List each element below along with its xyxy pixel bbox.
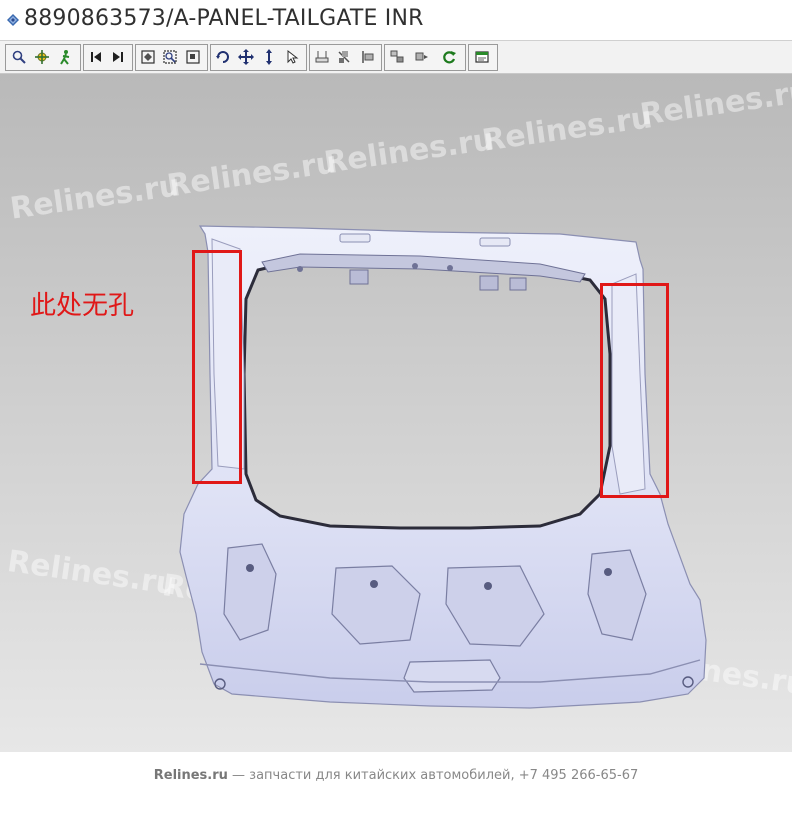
footer: Relines.ru — запчасти для китайских авто… — [0, 752, 792, 818]
move-icon[interactable] — [236, 47, 256, 67]
part-tree-icon[interactable] — [387, 47, 407, 67]
walk-icon[interactable] — [55, 47, 75, 67]
toolbar-group-playback — [83, 44, 133, 71]
part-icon — [7, 14, 19, 26]
zoom-icon[interactable] — [9, 47, 29, 67]
annotation-label: 此处无孔 — [30, 291, 135, 321]
rotate-icon[interactable] — [213, 47, 233, 67]
vertical-arrows-icon[interactable] — [259, 47, 279, 67]
footer-text: Relines.ru — запчасти для китайских авто… — [0, 768, 792, 783]
zoom-window-icon[interactable] — [160, 47, 180, 67]
toolbar-group-view — [210, 44, 307, 71]
footer-brand[interactable]: Relines.ru — [154, 768, 228, 783]
toolbar-group-display — [468, 44, 498, 71]
toolbar-group-parts — [384, 44, 466, 71]
model-viewport[interactable]: Relines.ru Relines.ru Relines.ru Relines… — [0, 74, 792, 752]
pan-target-icon[interactable] — [32, 47, 52, 67]
footer-contact: — запчасти для китайских автомобилей, +7… — [227, 768, 639, 783]
snap-icon[interactable] — [357, 47, 377, 67]
toolbar-group-fit — [135, 44, 208, 71]
window-icon[interactable] — [472, 47, 492, 67]
fit-all-icon[interactable] — [138, 47, 158, 67]
highlight-box-right — [600, 283, 669, 498]
fit-selection-icon[interactable] — [183, 47, 203, 67]
toolbar-group-measure — [309, 44, 382, 71]
refresh-icon[interactable] — [439, 47, 459, 67]
tailgate-inner-panel-model — [179, 225, 707, 709]
first-frame-icon[interactable] — [86, 47, 106, 67]
part-move-icon[interactable] — [411, 47, 431, 67]
toolbar-group-navigation — [5, 44, 81, 71]
measure-icon[interactable] — [312, 47, 332, 67]
highlight-box-left — [192, 250, 242, 484]
section-icon[interactable] — [334, 47, 354, 67]
cursor-icon[interactable] — [282, 47, 302, 67]
toolbar — [0, 41, 792, 74]
title-bar: 8890863573/A-PANEL-TAILGATE INR — [0, 0, 792, 41]
last-frame-icon[interactable] — [108, 47, 128, 67]
window-title: 8890863573/A-PANEL-TAILGATE INR — [24, 6, 424, 31]
